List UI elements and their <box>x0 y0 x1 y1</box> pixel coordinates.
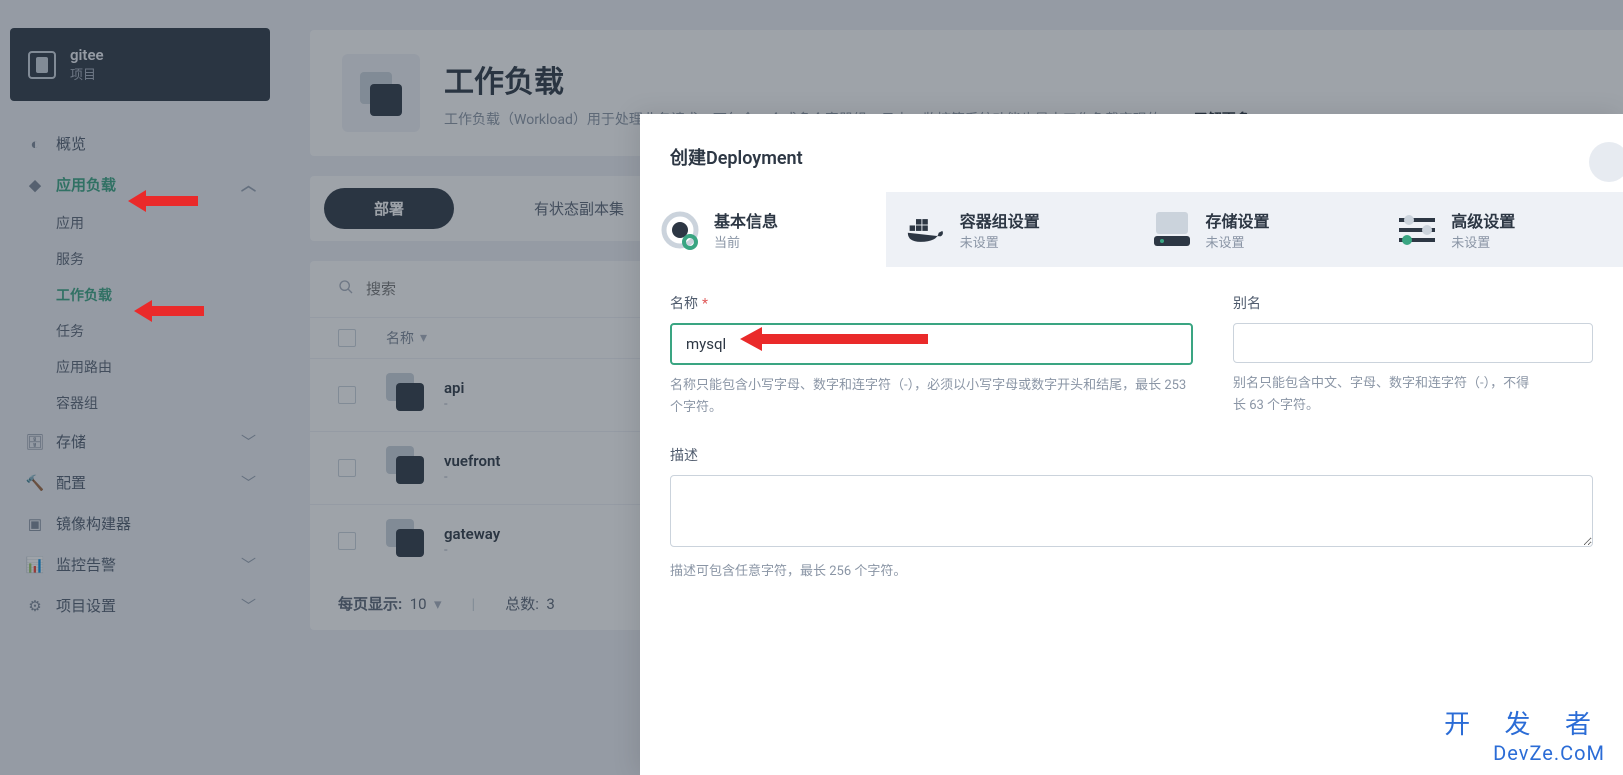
disk-icon <box>1152 210 1192 250</box>
watermark-line2: DevZe.CoM <box>1444 741 1605 765</box>
target-icon <box>660 210 700 250</box>
create-deployment-modal: 创建Deployment 基本信息当前 容器组设置未设置 存储设置未设置 <box>640 114 1623 775</box>
alias-input[interactable] <box>1233 323 1593 363</box>
close-icon[interactable] <box>1589 142 1623 182</box>
watermark-line1: 开 发 者 <box>1444 704 1605 741</box>
watermark: 开 发 者 DevZe.CoM <box>1444 704 1605 765</box>
step-title: 容器组设置 <box>960 208 1040 232</box>
name-input[interactable] <box>670 323 1193 365</box>
desc-textarea[interactable] <box>670 475 1593 547</box>
step-sub: 未设置 <box>1206 232 1270 251</box>
step-title: 基本信息 <box>714 208 778 232</box>
step-sub: 未设置 <box>960 232 1040 251</box>
desc-label: 描述 <box>670 445 1593 465</box>
wizard-steps: 基本信息当前 容器组设置未设置 存储设置未设置 高级设置未设置 <box>640 192 1623 267</box>
step-sub: 未设置 <box>1451 232 1515 251</box>
modal-title: 创建Deployment <box>670 144 803 170</box>
name-label: 名称* <box>670 293 1193 313</box>
modal-form: 名称* 名称只能包含小写字母、数字和连字符（-），必须以小写字母或数字开头和结尾… <box>640 267 1623 619</box>
step-pod[interactable]: 容器组设置未设置 <box>886 192 1132 267</box>
alias-hint: 别名只能包含中文、字母、数字和连字符（-），不得长 63 个字符。 <box>1233 373 1593 417</box>
docker-icon <box>906 210 946 250</box>
name-hint: 名称只能包含小写字母、数字和连字符（-），必须以小写字母或数字开头和结尾，最长 … <box>670 375 1193 419</box>
step-advanced[interactable]: 高级设置未设置 <box>1377 192 1623 267</box>
step-storage[interactable]: 存储设置未设置 <box>1132 192 1378 267</box>
sliders-icon <box>1397 210 1437 250</box>
step-basic[interactable]: 基本信息当前 <box>640 192 886 267</box>
desc-hint: 描述可包含任意字符，最长 256 个字符。 <box>670 561 1593 583</box>
alias-label: 别名 <box>1233 293 1593 313</box>
step-title: 存储设置 <box>1206 208 1270 232</box>
step-title: 高级设置 <box>1451 208 1515 232</box>
step-sub: 当前 <box>714 232 778 251</box>
